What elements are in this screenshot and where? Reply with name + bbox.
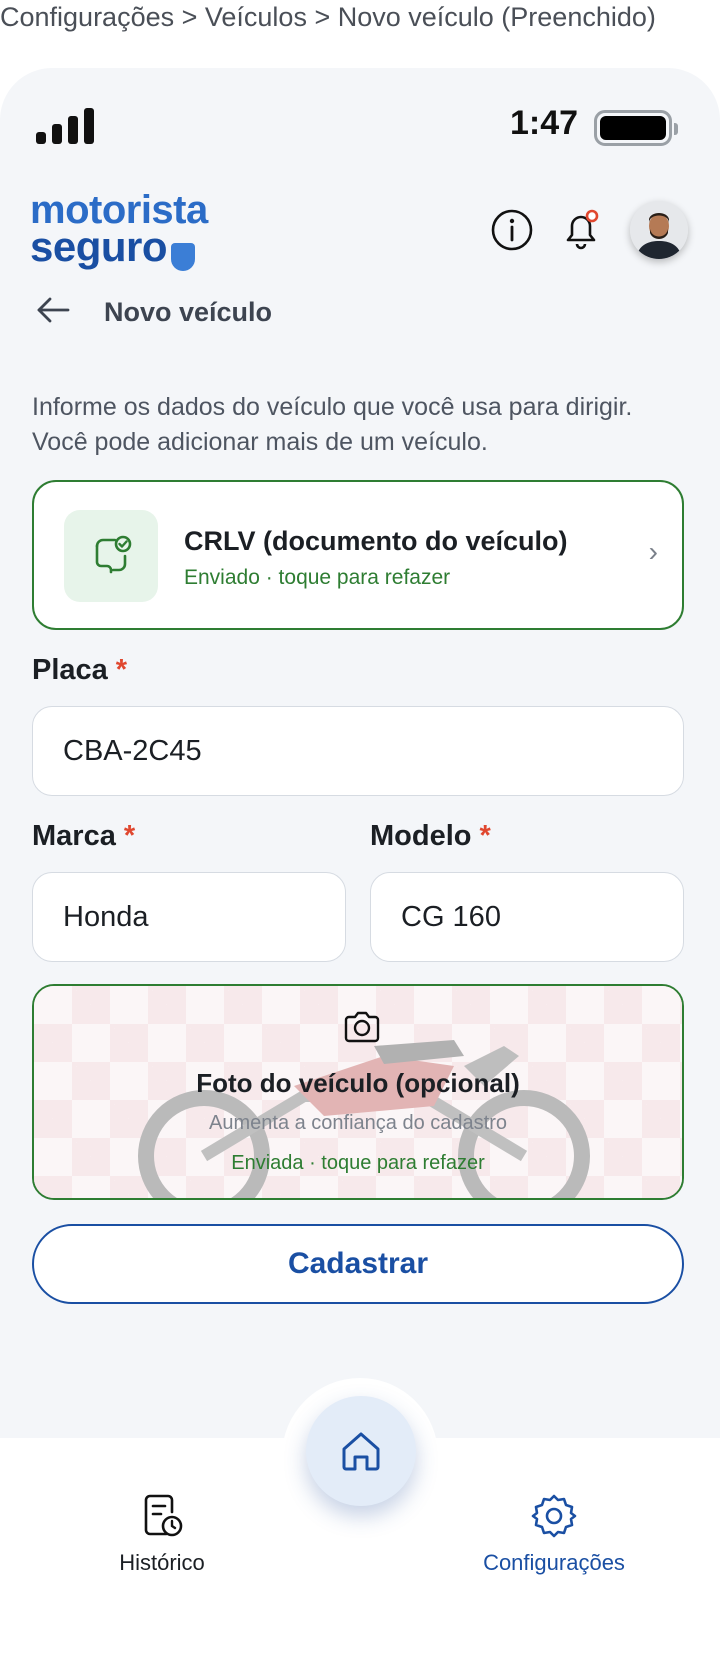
bell-icon[interactable] [556, 205, 606, 255]
signal-icon [36, 108, 94, 144]
tab-configuracoes[interactable]: Configurações [454, 1490, 654, 1576]
modelo-input[interactable]: CG 160 [370, 872, 684, 962]
home-icon [342, 1432, 380, 1471]
history-icon [62, 1490, 262, 1542]
cadastrar-button[interactable]: Cadastrar [32, 1224, 684, 1304]
home-button[interactable] [306, 1396, 416, 1506]
arrow-left-icon[interactable] [36, 296, 70, 329]
tab-historico[interactable]: Histórico [62, 1490, 262, 1576]
crlv-card[interactable]: CRLV (documento do veículo) Enviado · to… [32, 480, 684, 630]
required-mark: * [115, 654, 128, 686]
required-mark: * [123, 820, 136, 852]
photo-status: Enviada · toque para refazer [231, 1152, 485, 1174]
gear-icon [454, 1490, 654, 1542]
placa-label: Placa * [32, 654, 128, 686]
app-logo: motorista seguro [30, 190, 208, 271]
marca-label: Marca * [32, 820, 136, 852]
logo-line2: seguro [30, 223, 168, 270]
avatar[interactable] [630, 201, 688, 259]
chevron-right-icon: › [648, 536, 658, 567]
page-title: Novo veículo [104, 297, 273, 327]
photo-title: Foto do veículo (opcional) [196, 1068, 520, 1098]
crlv-title: CRLV (documento do veículo) [184, 526, 568, 556]
shield-icon [171, 242, 196, 271]
required-mark: * [479, 820, 491, 852]
breadcrumb: Configurações > Veículos > Novo veículo … [0, 2, 656, 32]
placa-input[interactable]: CBA-2C45 [32, 706, 684, 796]
crlv-status: Enviado · toque para refazer [184, 566, 451, 589]
vehicle-photo-card[interactable]: Foto do veículo (opcional) Aumenta a con… [32, 984, 684, 1200]
status-time: 1:47 [510, 104, 579, 142]
camera-icon [342, 1010, 382, 1049]
info-icon[interactable] [487, 205, 537, 255]
document-check-icon [64, 510, 158, 602]
battery-icon [594, 110, 678, 146]
tab-historico-label: Histórico [119, 1550, 205, 1575]
phone-screen: 1:47 motorista seguro Novo veículo Infor… [0, 68, 720, 1668]
marca-input[interactable]: Honda [32, 872, 346, 962]
intro-text: Informe os dados do veículo que você usa… [32, 393, 633, 456]
modelo-label: Modelo * [370, 820, 491, 852]
photo-subtitle: Aumenta a confiança do cadastro [209, 1112, 507, 1134]
tab-configuracoes-label: Configurações [483, 1550, 625, 1575]
